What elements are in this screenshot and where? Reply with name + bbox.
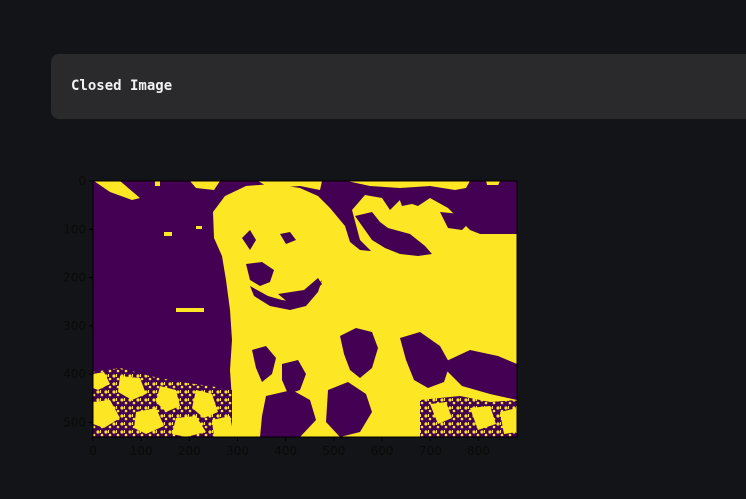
image-figure: 0 100 200 300 400 500 600 700 800 0 100 200 300 400 5… bbox=[0, 150, 746, 470]
closed-image bbox=[93, 181, 517, 437]
x-tick-label: 200 bbox=[178, 444, 201, 458]
y-tick-label: 500 bbox=[63, 416, 86, 430]
y-tick-label: 300 bbox=[63, 319, 86, 333]
y-tick-label: 200 bbox=[63, 271, 86, 285]
y-tick-label: 0 bbox=[78, 174, 86, 188]
y-axis: 0 100 200 300 400 500 bbox=[63, 174, 93, 430]
x-tick-label: 100 bbox=[130, 444, 153, 458]
x-tick-label: 0 bbox=[89, 444, 97, 458]
y-tick-label: 400 bbox=[63, 367, 86, 381]
x-tick-label: 600 bbox=[371, 444, 394, 458]
x-tick-label: 400 bbox=[274, 444, 297, 458]
image-plot: 0 100 200 300 400 500 600 700 800 0 100 200 300 400 5… bbox=[63, 174, 518, 458]
section-title: Closed Image bbox=[71, 78, 173, 94]
y-tick-label: 100 bbox=[63, 222, 86, 236]
x-tick-label: 500 bbox=[322, 444, 345, 458]
x-axis: 0 100 200 300 400 500 600 700 800 bbox=[89, 437, 490, 458]
x-tick-label: 300 bbox=[226, 444, 249, 458]
x-tick-label: 700 bbox=[419, 444, 442, 458]
x-tick-label: 800 bbox=[467, 444, 490, 458]
section-header: Closed Image bbox=[51, 54, 746, 119]
